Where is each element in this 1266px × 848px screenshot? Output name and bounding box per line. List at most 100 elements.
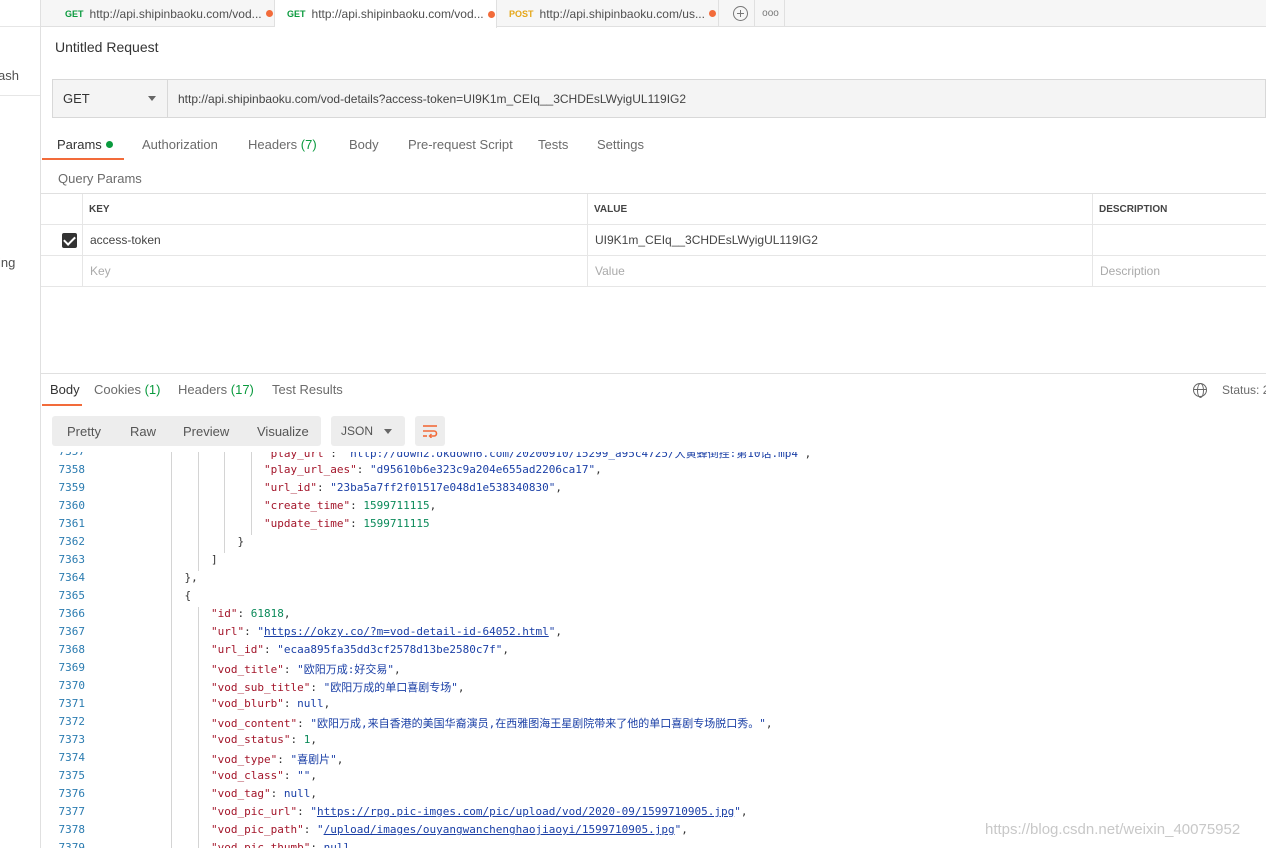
json-key: "url_id" bbox=[264, 481, 317, 494]
new-key-input[interactable]: Key bbox=[90, 256, 111, 286]
response-tab-body[interactable]: Body bbox=[50, 382, 80, 397]
code-text: "vod_type": "喜剧片", bbox=[211, 751, 343, 767]
code-text: "vod_sub_title": "欧阳万成的单口喜剧专场", bbox=[211, 679, 464, 695]
line-number: 7366 bbox=[58, 607, 86, 620]
json-token: : bbox=[283, 663, 298, 676]
response-tab-test-results[interactable]: Test Results bbox=[272, 382, 343, 397]
visualize-button[interactable]: Visualize bbox=[257, 424, 309, 439]
line-number: 7375 bbox=[58, 769, 86, 782]
json-token: : bbox=[350, 499, 364, 512]
format-dropdown[interactable]: JSON bbox=[331, 416, 405, 446]
url-input[interactable] bbox=[169, 80, 1265, 117]
code-line: 7372 "vod_content": "欧阳万成,来自香港的美国华裔演员,在西雅… bbox=[41, 715, 1266, 733]
code-line: 7375 "vod_class": "", bbox=[41, 769, 1266, 787]
line-number: 7361 bbox=[58, 517, 86, 530]
column-header-key: KEY bbox=[89, 203, 110, 215]
column-header-description: DESCRIPTION bbox=[1099, 203, 1168, 215]
new-value-input[interactable]: Value bbox=[595, 256, 625, 286]
response-tab-cookies-label: Cookies bbox=[94, 382, 141, 397]
raw-button[interactable]: Raw bbox=[130, 424, 156, 439]
tab-headers[interactable]: Headers (7) bbox=[248, 137, 317, 152]
tab-body[interactable]: Body bbox=[349, 137, 379, 152]
new-tab-button[interactable] bbox=[727, 0, 755, 27]
param-enabled-checkbox[interactable] bbox=[62, 233, 77, 248]
json-token: , bbox=[283, 607, 291, 620]
line-number: 7359 bbox=[58, 481, 86, 494]
request-tab-3[interactable]: POST http://api.shipinbaoku.com/us... bbox=[497, 0, 719, 27]
request-title[interactable]: Untitled Request bbox=[55, 39, 159, 55]
code-text: }, bbox=[185, 571, 198, 584]
json-key: "id" bbox=[211, 607, 238, 620]
active-tab-underline bbox=[42, 158, 124, 160]
pretty-button[interactable]: Pretty bbox=[67, 424, 101, 439]
response-tab-cookies-count: (1) bbox=[144, 382, 161, 397]
json-key: "vod_blurb" bbox=[211, 697, 284, 710]
chevron-down-icon bbox=[384, 429, 392, 434]
code-text: "vod_pic_path": "/upload/images/ouyangwa… bbox=[211, 823, 688, 836]
code-text: "vod_title": "欧阳万成:好交易", bbox=[211, 661, 401, 677]
line-number: 7358 bbox=[58, 463, 86, 476]
tab-url-label: http://api.shipinbaoku.com/vod... bbox=[311, 7, 484, 21]
line-number: 7357 bbox=[41, 452, 86, 458]
json-token: " bbox=[316, 823, 324, 836]
line-number: 7369 bbox=[58, 661, 86, 674]
code-text: } bbox=[238, 535, 245, 548]
tab-authorization[interactable]: Authorization bbox=[142, 137, 218, 152]
response-tab-headers[interactable]: Headers (17) bbox=[178, 382, 254, 397]
tab-params-label: Params bbox=[57, 137, 102, 152]
code-text: "create_time": 1599711115, bbox=[264, 499, 436, 512]
tab-method-badge: GET bbox=[65, 8, 84, 19]
json-key: "play_url_aes" bbox=[264, 463, 357, 476]
json-token: , bbox=[336, 753, 344, 766]
code-text: "id": 61818, bbox=[211, 607, 291, 620]
sidebar-item-fragment[interactable]: ash bbox=[0, 68, 19, 83]
json-token: : bbox=[310, 681, 324, 694]
json-link[interactable]: https://okzy.co/?m=vod-detail-id-64052.h… bbox=[264, 625, 549, 638]
json-token: "欧阳万成,来自香港的美国华裔演员,在西雅图海王星剧院带来了他的单口喜剧专场脱口… bbox=[310, 717, 766, 730]
json-token: , bbox=[429, 499, 437, 512]
indent-guide bbox=[197, 607, 199, 848]
json-token: " bbox=[257, 625, 264, 638]
response-body-code-view[interactable]: 7357 "play_url": "http://down2.okdown6.co… bbox=[41, 452, 1266, 848]
code-line: 7366 "id": 61818, bbox=[41, 607, 1266, 625]
new-description-input[interactable]: Description bbox=[1100, 256, 1160, 286]
wrap-lines-button[interactable] bbox=[415, 416, 445, 446]
more-tabs-button[interactable]: ooo bbox=[757, 0, 785, 27]
code-text: "vod_tag": null, bbox=[211, 787, 317, 800]
json-key: "vod_status" bbox=[211, 733, 291, 746]
preview-button[interactable]: Preview bbox=[183, 424, 229, 439]
line-number: 7379 bbox=[58, 841, 86, 848]
sidebar-item-fragment-2[interactable]: ing bbox=[0, 255, 15, 270]
request-tab-1[interactable]: GET http://api.shipinbaoku.com/vod... bbox=[53, 0, 275, 27]
code-line: 7370 "vod_sub_title": "欧阳万成的单口喜剧专场", bbox=[41, 679, 1266, 697]
code-text: "update_time": 1599711115 bbox=[264, 517, 430, 530]
response-tab-cookies[interactable]: Cookies (1) bbox=[94, 382, 160, 397]
globe-icon[interactable] bbox=[1193, 383, 1207, 398]
tab-tests[interactable]: Tests bbox=[538, 137, 568, 152]
line-number: 7368 bbox=[58, 643, 86, 656]
code-text: "play_url_aes": "d95610b6e323c9a204e655a… bbox=[264, 463, 602, 476]
method-dropdown[interactable]: GET bbox=[53, 80, 168, 117]
param-key-cell[interactable]: access-token bbox=[90, 225, 161, 255]
tab-settings[interactable]: Settings bbox=[597, 137, 644, 152]
view-mode-segment: Pretty Raw Preview Visualize bbox=[52, 416, 321, 446]
json-token: "欧阳万成的单口喜剧专场" bbox=[323, 681, 458, 694]
tab-headers-count: (7) bbox=[300, 137, 317, 152]
request-tabs: Params Authorization Headers (7) Body Pr… bbox=[41, 131, 1266, 160]
param-value-cell[interactable]: UI9K1m_CEIq__3CHDEsLWyigUL119IG2 bbox=[595, 225, 818, 255]
json-link[interactable]: /upload/images/ouyangwanchenghaojiaoyi/1… bbox=[324, 823, 675, 836]
request-tab-2[interactable]: GET http://api.shipinbaoku.com/vod... bbox=[275, 0, 497, 28]
sidebar: ash ing bbox=[0, 0, 41, 848]
json-link[interactable]: https://rpg.pic-imges.com/pic/upload/vod… bbox=[317, 805, 734, 818]
unsaved-dot-icon bbox=[487, 10, 495, 18]
tab-prerequest-script[interactable]: Pre-request Script bbox=[408, 137, 513, 152]
tab-params[interactable]: Params bbox=[57, 137, 113, 152]
json-token: : bbox=[303, 823, 317, 836]
code-text: "vod_blurb": null, bbox=[211, 697, 330, 710]
query-params-heading: Query Params bbox=[58, 171, 142, 186]
json-token: : bbox=[263, 643, 278, 656]
code-text: "vod_pic_thumb": null, bbox=[211, 841, 357, 848]
json-token: : bbox=[310, 841, 324, 848]
json-token: : bbox=[283, 697, 298, 710]
json-key: "vod_content" bbox=[211, 717, 298, 730]
